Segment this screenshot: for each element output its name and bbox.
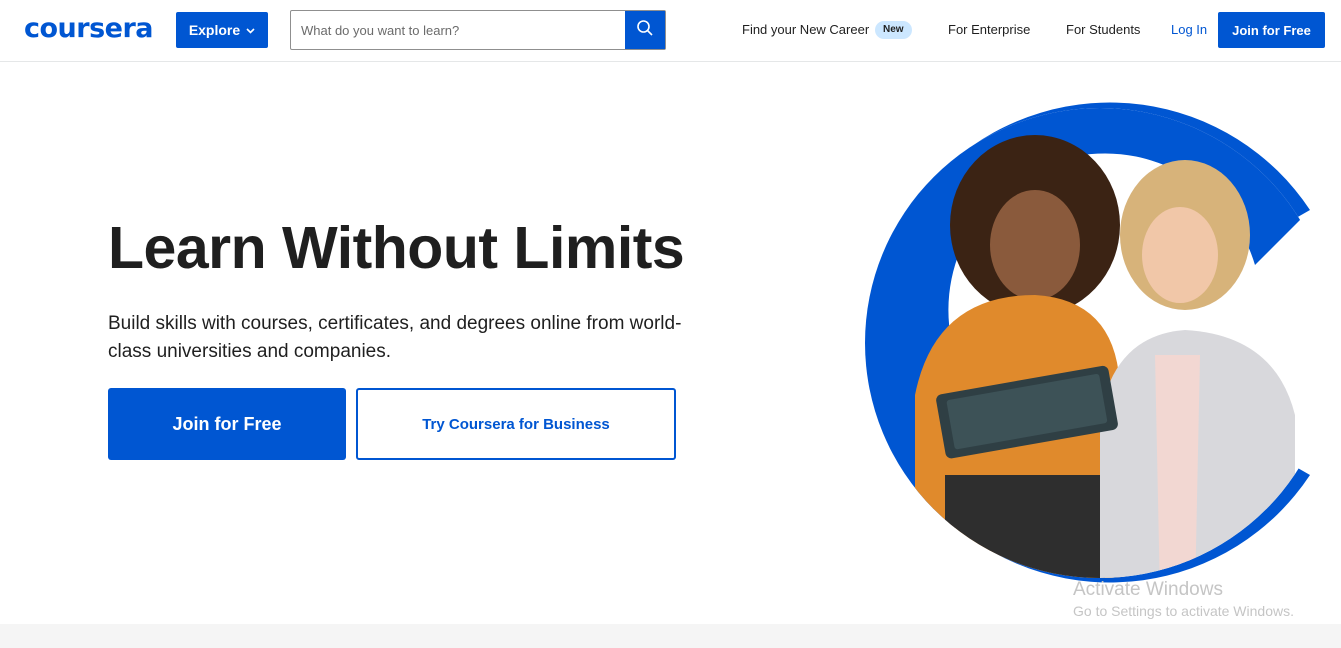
join-for-free-header-button[interactable]: Join for Free xyxy=(1218,12,1325,48)
find-career-link[interactable]: Find your New Career xyxy=(742,22,869,37)
windows-activation-title: Activate Windows xyxy=(1073,579,1223,600)
top-navbar: coursera Explore Find your New Career Ne… xyxy=(0,0,1341,62)
explore-button[interactable]: Explore xyxy=(176,12,268,48)
windows-activation-subtitle: Go to Settings to activate Windows. xyxy=(1073,603,1294,619)
search-input[interactable] xyxy=(291,11,625,49)
search-button[interactable] xyxy=(625,11,665,49)
try-business-button[interactable]: Try Coursera for Business xyxy=(356,388,676,460)
hero-image xyxy=(855,95,1325,600)
hero-title: Learn Without Limits xyxy=(108,215,685,281)
search-bar xyxy=(290,10,666,50)
explore-label: Explore xyxy=(188,22,241,38)
search-icon xyxy=(636,19,654,42)
new-badge: New xyxy=(875,21,912,39)
chevron-down-icon xyxy=(246,26,255,37)
hero-subtitle: Build skills with courses, certificates,… xyxy=(108,313,682,362)
join-for-free-button[interactable]: Join for Free xyxy=(108,388,346,460)
for-students-link[interactable]: For Students xyxy=(1066,22,1140,37)
login-link[interactable]: Log In xyxy=(1171,22,1207,37)
coursera-logo[interactable]: coursera xyxy=(24,13,154,44)
footer-band xyxy=(0,624,1341,648)
for-enterprise-link[interactable]: For Enterprise xyxy=(948,22,1030,37)
people-with-tablet-photo xyxy=(865,102,1325,583)
